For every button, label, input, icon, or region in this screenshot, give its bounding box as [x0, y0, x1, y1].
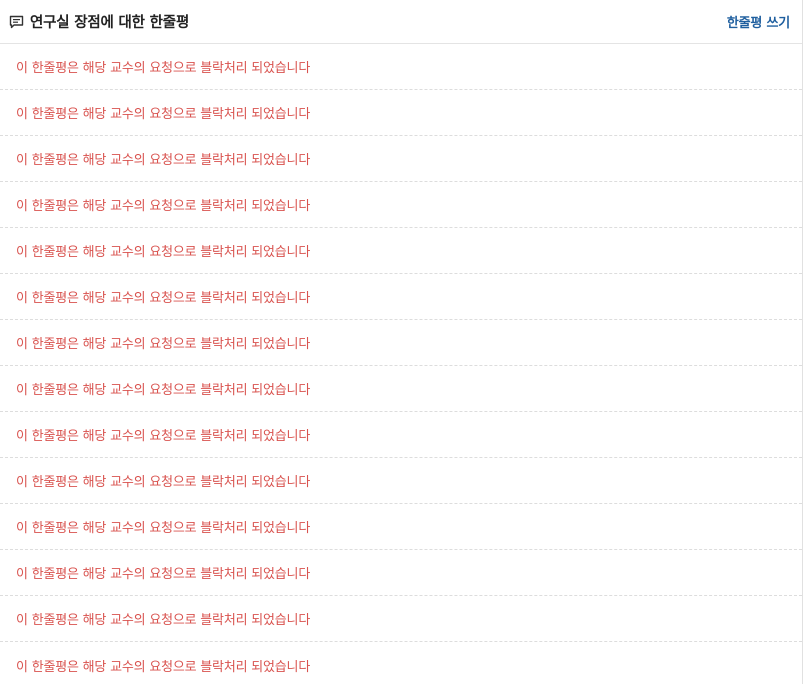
review-item: 이 한줄평은 해당 교수의 요청으로 블락처리 되었습니다	[0, 136, 802, 182]
blocked-review-text: 이 한줄평은 해당 교수의 요청으로 블락처리 되었습니다	[16, 61, 311, 76]
blocked-review-text: 이 한줄평은 해당 교수의 요청으로 블락처리 되었습니다	[16, 245, 311, 260]
blocked-review-text: 이 한줄평은 해당 교수의 요청으로 블락처리 되었습니다	[16, 429, 311, 444]
review-panel-header: 연구실 장점에 대한 한줄평 한줄평 쓰기	[0, 0, 802, 44]
review-item: 이 한줄평은 해당 교수의 요청으로 블락처리 되었습니다	[0, 274, 802, 320]
blocked-review-text: 이 한줄평은 해당 교수의 요청으로 블락처리 되었습니다	[16, 199, 311, 214]
blocked-review-text: 이 한줄평은 해당 교수의 요청으로 블락처리 되었습니다	[16, 337, 311, 352]
write-review-button[interactable]: 한줄평 쓰기	[727, 12, 790, 31]
review-item: 이 한줄평은 해당 교수의 요청으로 블락처리 되었습니다	[0, 366, 802, 412]
review-panel: 연구실 장점에 대한 한줄평 한줄평 쓰기 이 한줄평은 해당 교수의 요청으로…	[0, 0, 803, 684]
review-item: 이 한줄평은 해당 교수의 요청으로 블락처리 되었습니다	[0, 504, 802, 550]
review-item: 이 한줄평은 해당 교수의 요청으로 블락처리 되었습니다	[0, 458, 802, 504]
review-list: 이 한줄평은 해당 교수의 요청으로 블락처리 되었습니다 이 한줄평은 해당 …	[0, 44, 802, 684]
review-item: 이 한줄평은 해당 교수의 요청으로 블락처리 되었습니다	[0, 90, 802, 136]
review-item: 이 한줄평은 해당 교수의 요청으로 블락처리 되었습니다	[0, 182, 802, 228]
blocked-review-text: 이 한줄평은 해당 교수의 요청으로 블락처리 되었습니다	[16, 153, 311, 168]
blocked-review-text: 이 한줄평은 해당 교수의 요청으로 블락처리 되었습니다	[16, 521, 311, 536]
blocked-review-text: 이 한줄평은 해당 교수의 요청으로 블락처리 되었습니다	[16, 383, 311, 398]
review-item: 이 한줄평은 해당 교수의 요청으로 블락처리 되었습니다	[0, 550, 802, 596]
review-item: 이 한줄평은 해당 교수의 요청으로 블락처리 되었습니다	[0, 228, 802, 274]
blocked-review-text: 이 한줄평은 해당 교수의 요청으로 블락처리 되었습니다	[16, 107, 311, 122]
blocked-review-text: 이 한줄평은 해당 교수의 요청으로 블락처리 되었습니다	[16, 613, 311, 628]
blocked-review-text: 이 한줄평은 해당 교수의 요청으로 블락처리 되었습니다	[16, 291, 311, 306]
title-wrap: 연구실 장점에 대한 한줄평	[8, 11, 189, 32]
comment-lines-icon	[8, 14, 24, 30]
review-item: 이 한줄평은 해당 교수의 요청으로 블락처리 되었습니다	[0, 412, 802, 458]
review-item: 이 한줄평은 해당 교수의 요청으로 블락처리 되었습니다	[0, 44, 802, 90]
review-item: 이 한줄평은 해당 교수의 요청으로 블락처리 되었습니다	[0, 320, 802, 366]
review-item: 이 한줄평은 해당 교수의 요청으로 블락처리 되었습니다	[0, 642, 802, 684]
panel-title: 연구실 장점에 대한 한줄평	[30, 15, 190, 31]
blocked-review-text: 이 한줄평은 해당 교수의 요청으로 블락처리 되었습니다	[16, 475, 311, 490]
review-item: 이 한줄평은 해당 교수의 요청으로 블락처리 되었습니다	[0, 596, 802, 642]
blocked-review-text: 이 한줄평은 해당 교수의 요청으로 블락처리 되었습니다	[16, 659, 311, 675]
blocked-review-text: 이 한줄평은 해당 교수의 요청으로 블락처리 되었습니다	[16, 567, 311, 582]
